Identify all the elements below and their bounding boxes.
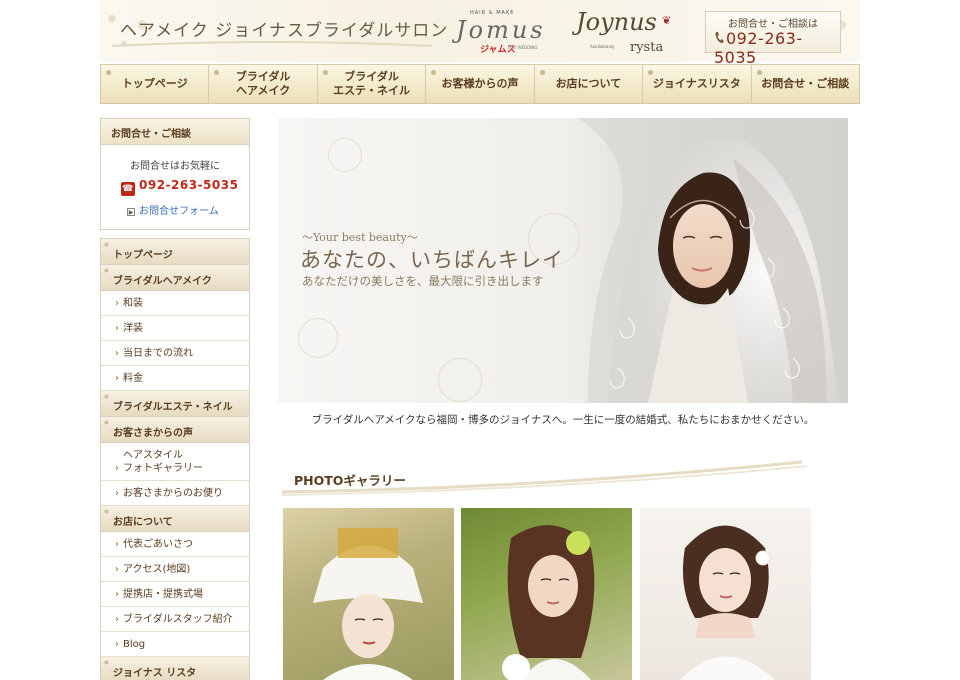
site-title[interactable]: ヘアメイク ジョイナスブライダルサロン xyxy=(120,16,448,41)
sidebar-subitem-label: 代表ごあいさつ xyxy=(123,539,193,550)
sidebar-subitem-label: 洋装 xyxy=(123,323,143,334)
chevron-right-icon: › xyxy=(115,639,119,650)
sidebar-subitem-13[interactable]: › 提携店・提携式場 xyxy=(101,582,249,607)
sidebar-subitem-4[interactable]: › 当日までの流れ xyxy=(101,341,249,366)
header-phone[interactable]: 092-263-5035 xyxy=(714,29,840,67)
sidebar-subitem-15[interactable]: › Blog xyxy=(101,632,249,657)
sidebar-contact-heading: お問合せ・ご相談 xyxy=(101,119,249,145)
header-phone-number: 092-263-5035 xyxy=(714,29,803,67)
sidebar-subitem-label: 当日までの流れ xyxy=(123,348,193,359)
sidebar-subitem-label: 料金 xyxy=(123,373,143,384)
sidebar-category-10[interactable]: お店について xyxy=(101,506,249,532)
hero-subhead: あなただけの美しさを、最大限に引き出します xyxy=(302,274,544,288)
gallery-heading: PHOTOギャラリー xyxy=(294,473,406,488)
gallery-heading-bar: PHOTOギャラリー xyxy=(282,458,812,498)
contact-form-link[interactable]: ▶ お問合せフォーム xyxy=(127,202,249,217)
sidebar-category-6[interactable]: ブライダルエステ・ネイル xyxy=(101,391,249,417)
hero-headline: あなたの、いちばんキレイ xyxy=(300,248,564,272)
sidebar-category-7[interactable]: お客さまからの声 xyxy=(101,417,249,443)
sidebar-subitem-label: ヘアスタイル フォトギャラリー xyxy=(123,450,203,474)
sidebar-category-16[interactable]: ジョイナス リスタ xyxy=(101,657,249,680)
sidebar-contact-message: お問合せはお気軽に xyxy=(130,161,220,172)
arrow-right-icon: ▶ xyxy=(127,208,135,216)
sidebar-category-0[interactable]: トップページ xyxy=(101,239,249,265)
sidebar-subitem-label: Blog xyxy=(123,639,146,650)
nav-item-bridal-esthe-nail[interactable]: ブライダル エステ・ネイル xyxy=(317,65,427,103)
joynus-logo-brand: rysta xyxy=(630,40,664,55)
sidebar: お問合せ・ご相談 お問合せはお気軽に ☎ 092-263-5035 ▶ お問合せフォ… xyxy=(100,118,250,680)
title-swoosh-decoration xyxy=(112,41,432,47)
sidebar-phone-number: 092-263-5035 xyxy=(139,178,239,192)
header-contact-box[interactable]: お問合せ・ご相談は 092-263-5035 xyxy=(705,11,841,67)
sidebar-subitem-5[interactable]: › 料金 xyxy=(101,366,249,391)
nav-item-contact[interactable]: お問合せ・ご相談 xyxy=(751,65,859,103)
bride-kimono-illustration xyxy=(313,528,423,680)
chevron-right-icon: › xyxy=(115,373,119,384)
sidebar-subitem-3[interactable]: › 洋装 xyxy=(101,316,249,341)
sidebar-subitem-label: 提携店・提携式場 xyxy=(123,589,203,600)
sidebar-subitem-label: 和装 xyxy=(123,298,143,309)
phone-icon: ☎ xyxy=(121,182,135,196)
chevron-right-icon: › xyxy=(115,463,119,474)
chevron-right-icon: › xyxy=(115,488,119,499)
nav-item-about-shop[interactable]: お店について xyxy=(534,65,644,103)
bird-icon: ❦ xyxy=(662,14,672,27)
sidebar-menu: トップページ ブライダルヘアメイク › 和装 › 洋装 › 当日までの流れ › 料金ブライダルエス… xyxy=(100,238,250,680)
sidebar-subitem-8[interactable]: › ヘアスタイル フォトギャラリー xyxy=(101,443,249,481)
nav-item-joynus-rysta[interactable]: ジョイナスリスタ xyxy=(643,65,752,103)
sidebar-subitem-label: ブライダルスタッフ紹介 xyxy=(123,614,233,625)
sidebar-contact-box: お問合せ・ご相談 お問合せはお気軽に ☎ 092-263-5035 ▶ お問合せフォ… xyxy=(100,118,250,230)
gallery-photo-wasou[interactable] xyxy=(283,508,454,680)
sidebar-category-1[interactable]: ブライダルヘアメイク xyxy=(101,265,249,291)
sidebar-subitem-11[interactable]: › 代表ごあいさつ xyxy=(101,532,249,557)
sidebar-subitem-9[interactable]: › お客さまからのお便り xyxy=(101,481,249,506)
joynus-rysta-logo[interactable]: Joynus ❦ hair&beauty rysta xyxy=(574,6,684,56)
gallery-photo-youso[interactable] xyxy=(461,508,632,680)
joynus-logo-script: Joynus xyxy=(576,8,657,36)
joynus-logo-tagline: hair&beauty xyxy=(590,44,615,49)
sidebar-subitem-14[interactable]: › ブライダルスタッフ紹介 xyxy=(101,607,249,632)
jamus-logo-script: Jomus xyxy=(456,16,546,44)
jamus-logo-bottom-text: FOR WEDDING xyxy=(508,45,538,50)
phone-icon xyxy=(715,32,724,43)
header-contact-label: お問合せ・ご相談は xyxy=(728,19,818,30)
intro-text: ブライダルヘアメイクなら福岡・博多のジョイナスへ。一生に一度の結婚式、私たちにお… xyxy=(311,414,815,426)
nav-item-bridal-hairmake[interactable]: ブライダル ヘアメイク xyxy=(209,65,318,103)
sidebar-phone[interactable]: ☎ 092-263-5035 xyxy=(121,178,249,196)
chevron-right-icon: › xyxy=(115,614,119,625)
global-nav: トップページ ブライダル ヘアメイク ブライダル エステ・ネイル お客様からの声… xyxy=(100,64,860,104)
chevron-right-icon: › xyxy=(115,323,119,334)
hero-tagline: 〜Your best beauty〜 xyxy=(302,231,418,244)
contact-form-link-label: お問合せフォーム xyxy=(139,206,219,217)
sidebar-subitem-label: アクセス(地図) xyxy=(123,564,191,575)
chevron-right-icon: › xyxy=(115,564,119,575)
gallery-photo-bride-portrait[interactable] xyxy=(640,508,811,680)
bride-portrait-illustration xyxy=(680,525,775,680)
jamus-logo[interactable]: HAIR & MAKE Jomus ジャムス FOR WEDDING xyxy=(448,6,543,56)
chevron-right-icon: › xyxy=(115,589,119,600)
sidebar-subitem-label: お客さまからのお便り xyxy=(123,488,223,499)
hero-banner: 〜Your best beauty〜 あなたの、いちばんキレイ あなただけの美し… xyxy=(278,118,848,403)
sidebar-subitem-12[interactable]: › アクセス(地図) xyxy=(101,557,249,582)
nav-item-top[interactable]: トップページ xyxy=(101,65,210,103)
chevron-right-icon: › xyxy=(115,298,119,309)
chevron-right-icon: › xyxy=(115,539,119,550)
sidebar-subitem-2[interactable]: › 和装 xyxy=(101,291,249,316)
site-header: ヘアメイク ジョイナスブライダルサロン HAIR & MAKE Jomus ジャ… xyxy=(100,0,860,67)
nav-item-customer-voice[interactable]: お客様からの声 xyxy=(426,65,535,103)
bride-dress-illustration xyxy=(502,525,595,680)
chevron-right-icon: › xyxy=(115,348,119,359)
